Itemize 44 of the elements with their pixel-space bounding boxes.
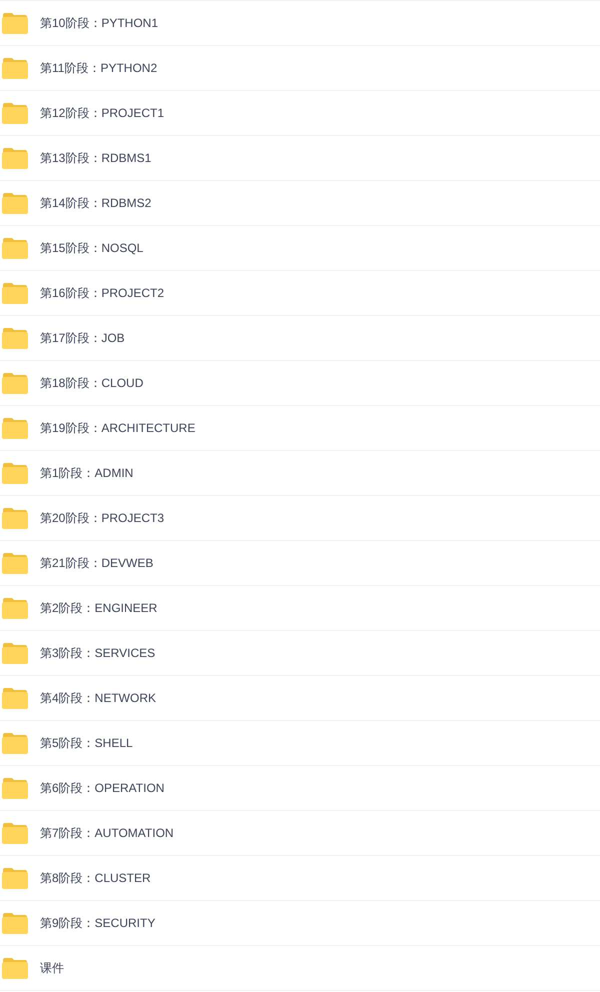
folder-icon — [2, 732, 28, 754]
folder-name: 第3阶段：SERVICES — [40, 645, 156, 662]
folder-icon — [2, 867, 28, 889]
folder-name: 第13阶段：RDBMS1 — [40, 150, 152, 167]
folder-name: 课件 — [40, 960, 64, 977]
folder-name: 第18阶段：CLOUD — [40, 375, 144, 392]
folder-icon — [2, 147, 28, 169]
folder-name: 第9阶段：SECURITY — [40, 915, 156, 932]
folder-name: 第8阶段：CLUSTER — [40, 870, 151, 887]
folder-icon — [2, 327, 28, 349]
folder-name: 第16阶段：PROJECT2 — [40, 285, 164, 302]
folder-icon — [2, 57, 28, 79]
folder-icon — [2, 507, 28, 529]
folder-name: 第7阶段：AUTOMATION — [40, 825, 174, 842]
folder-name: 第17阶段：JOB — [40, 330, 125, 347]
folder-name: 第10阶段：PYTHON1 — [40, 15, 158, 32]
folder-name: 第12阶段：PROJECT1 — [40, 105, 164, 122]
folder-icon — [2, 12, 28, 34]
folder-icon — [2, 462, 28, 484]
folder-name: 第19阶段：ARCHITECTURE — [40, 420, 196, 437]
folder-icon — [2, 192, 28, 214]
folder-icon — [2, 822, 28, 844]
folder-icon — [2, 687, 28, 709]
folder-name: 第11阶段：PYTHON2 — [40, 60, 158, 77]
folder-icon — [2, 912, 28, 934]
folder-icon — [2, 282, 28, 304]
folder-icon — [2, 957, 28, 979]
folder-name: 第14阶段：RDBMS2 — [40, 195, 152, 212]
folder-name: 第20阶段：PROJECT3 — [40, 510, 164, 527]
folder-name: 第6阶段：OPERATION — [40, 780, 164, 797]
folder-name: 第1阶段：ADMIN — [40, 465, 134, 482]
folder-icon — [2, 597, 28, 619]
folder-icon — [2, 642, 28, 664]
folder-icon — [2, 372, 28, 394]
folder-name: 第21阶段：DEVWEB — [40, 555, 154, 572]
folder-icon — [2, 552, 28, 574]
folder-name: 第4阶段：NETWORK — [40, 690, 156, 707]
folder-name: 第2阶段：ENGINEER — [40, 600, 158, 617]
folder-name: 第15阶段：NOSQL — [40, 240, 144, 257]
folder-icon — [2, 102, 28, 124]
folder-icon — [2, 237, 28, 259]
folder-icon — [2, 417, 28, 439]
folder-name: 第5阶段：SHELL — [40, 735, 133, 752]
folder-icon — [2, 777, 28, 799]
